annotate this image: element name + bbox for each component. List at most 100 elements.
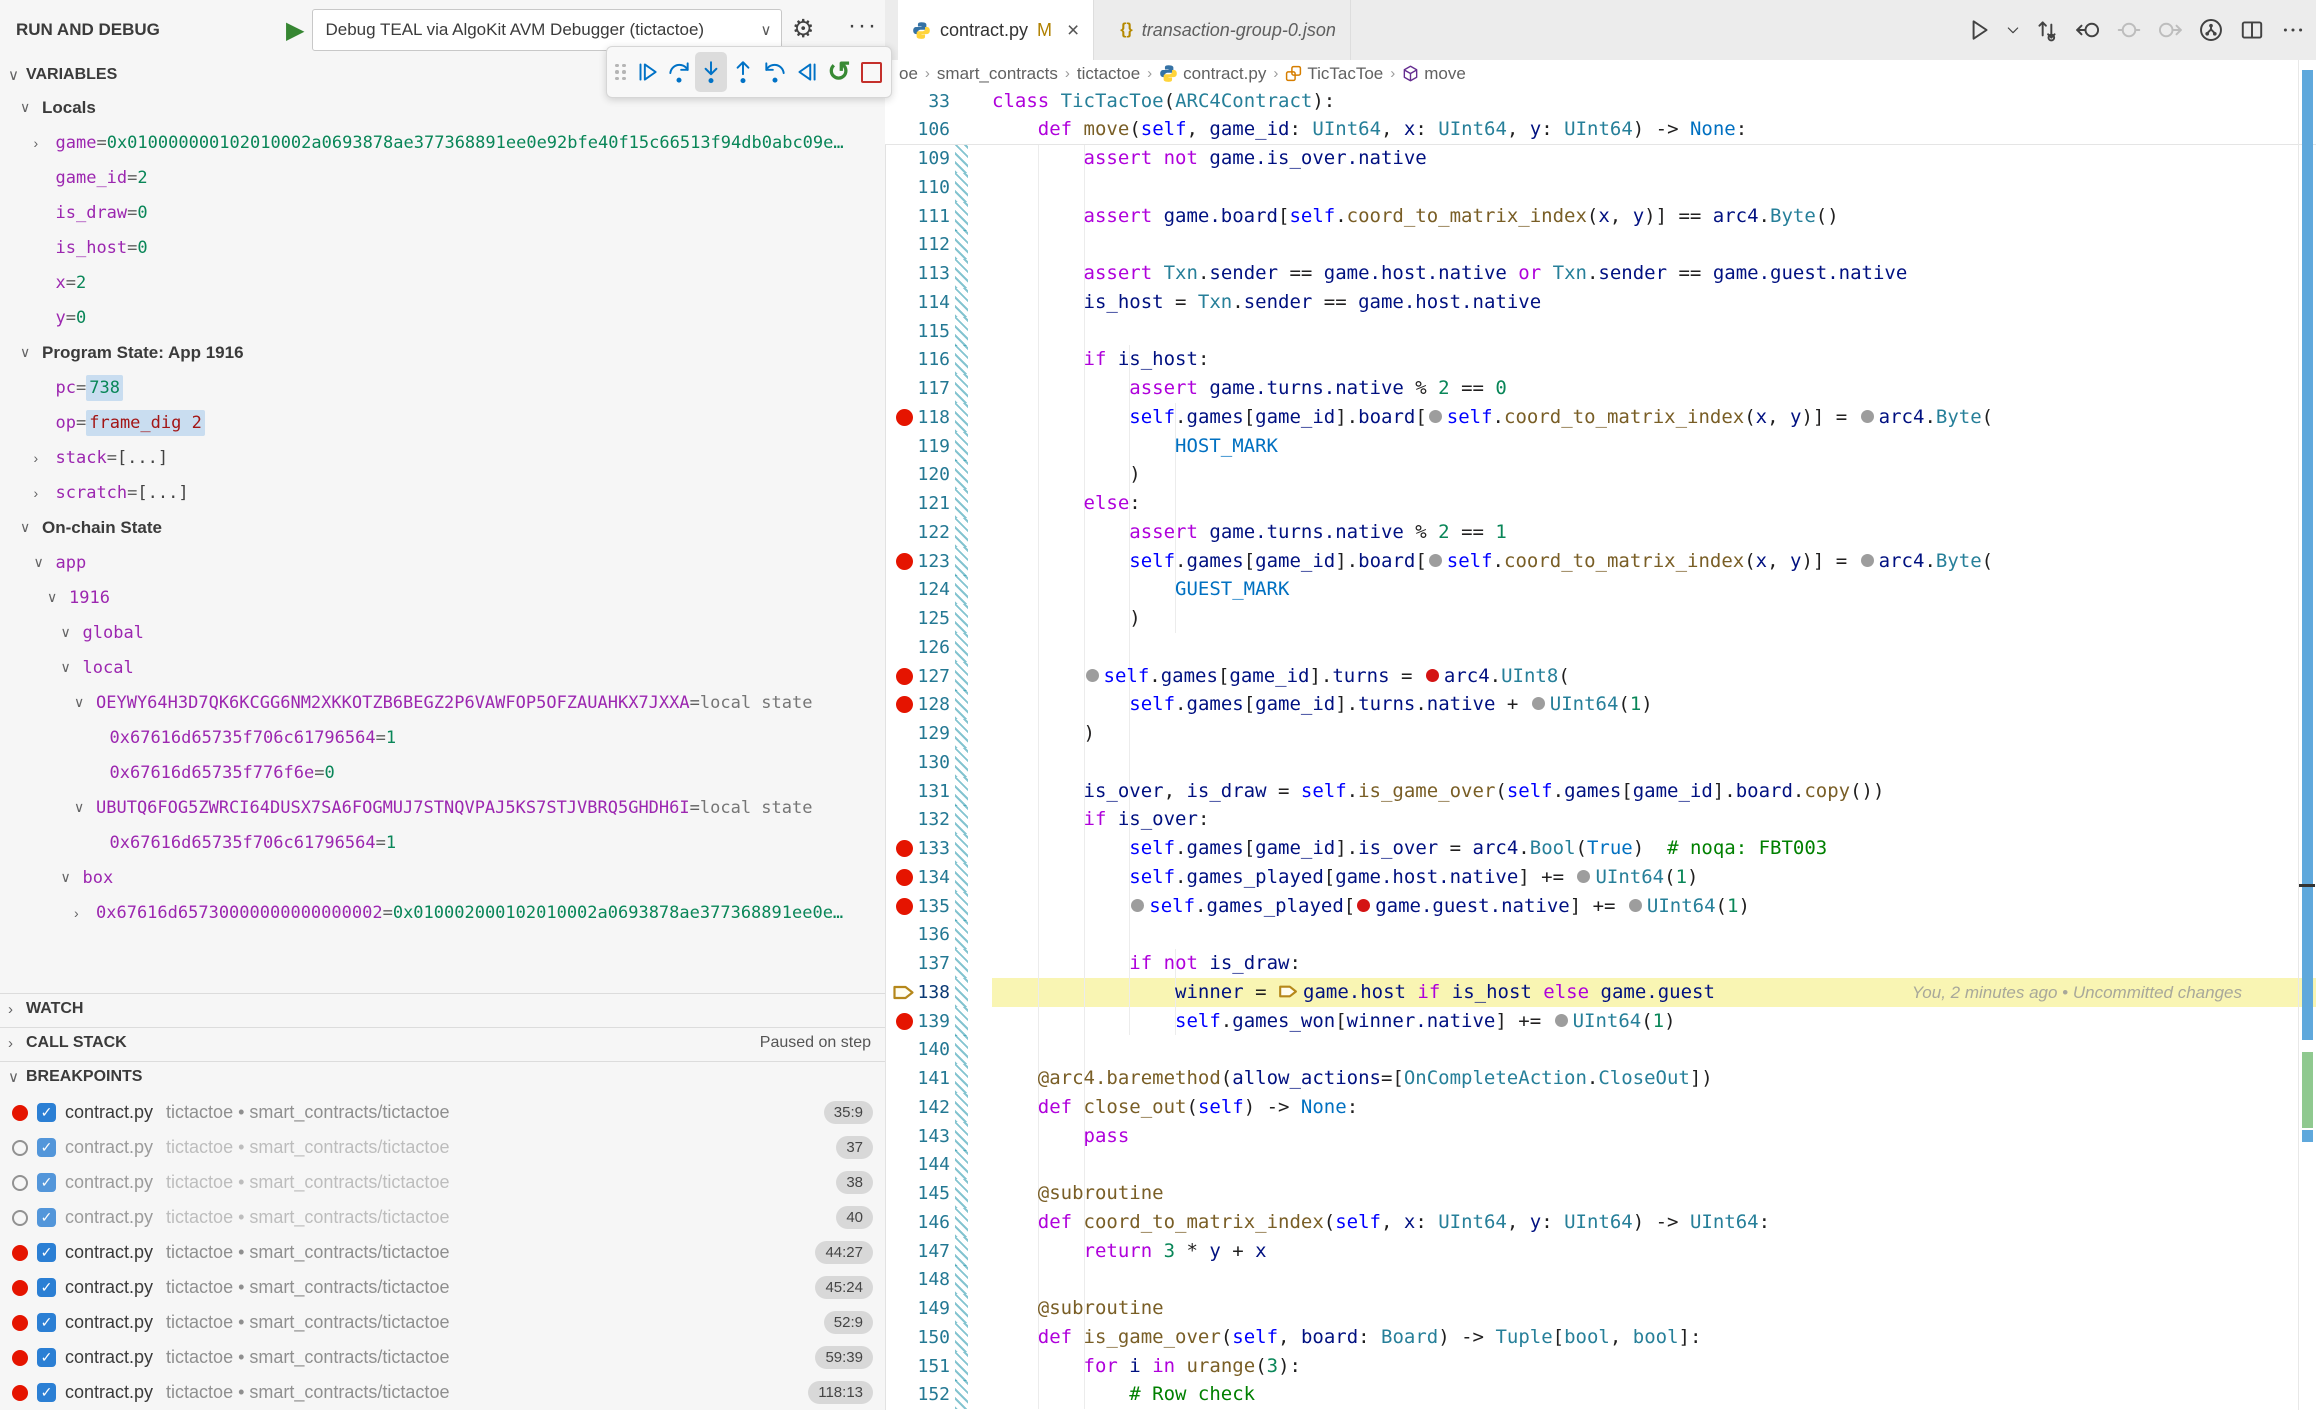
chevron-right-icon[interactable]: › bbox=[34, 135, 56, 151]
code-line-content[interactable]: pass bbox=[992, 1122, 1129, 1151]
code-line-content[interactable]: def coord_to_matrix_index(self, x: UInt6… bbox=[992, 1208, 1770, 1237]
code-line-content[interactable]: for i in urange(3): bbox=[992, 1352, 1301, 1381]
line-number[interactable]: 125 bbox=[905, 604, 950, 633]
variables-tree-item[interactable]: is_host = 0 bbox=[0, 230, 885, 265]
code-editor[interactable]: 33class TicTacToe(ARC4Contract):106 def … bbox=[885, 0, 2316, 1410]
chevron-down-icon[interactable]: ∨ bbox=[74, 694, 96, 711]
line-number[interactable]: 113 bbox=[905, 259, 950, 288]
line-number[interactable]: 112 bbox=[905, 230, 950, 259]
line-number[interactable]: 109 bbox=[905, 144, 950, 173]
start-debug-icon[interactable]: ▶ bbox=[286, 16, 304, 45]
line-number[interactable]: 123 bbox=[905, 547, 950, 576]
code-line-content[interactable]: else: bbox=[992, 489, 1141, 518]
line-number[interactable]: 150 bbox=[905, 1323, 950, 1352]
code-line-content[interactable]: is_over, is_draw = self.is_game_over(sel… bbox=[992, 777, 1884, 806]
reverse-continue-button[interactable] bbox=[791, 52, 823, 92]
line-number[interactable]: 144 bbox=[905, 1150, 950, 1179]
code-line-content[interactable]: self.games[game_id].board[self.coord_to_… bbox=[992, 547, 1993, 576]
breakpoint-row[interactable]: ✓contract.pytictactoe • smart_contracts/… bbox=[0, 1165, 885, 1200]
breakpoint-checkbox[interactable]: ✓ bbox=[37, 1278, 56, 1297]
inline-breakpoint-candidate-icon[interactable] bbox=[1577, 870, 1590, 883]
line-number[interactable]: 124 bbox=[905, 575, 950, 604]
code-line-content[interactable]: assert game.turns.native % 2 == 1 bbox=[992, 518, 1507, 547]
line-number[interactable]: 134 bbox=[905, 863, 950, 892]
code-line-content[interactable]: assert game.board[self.coord_to_matrix_i… bbox=[992, 202, 1839, 231]
breakpoints-section-header[interactable]: ∨ BREAKPOINTS bbox=[0, 1061, 885, 1092]
line-number[interactable]: 139 bbox=[905, 1007, 950, 1036]
breakpoint-row[interactable]: ✓contract.pytictactoe • smart_contracts/… bbox=[0, 1375, 885, 1410]
inline-breakpoint-icon[interactable] bbox=[1426, 669, 1439, 682]
chevron-down-icon[interactable]: ∨ bbox=[74, 799, 96, 816]
stop-button[interactable] bbox=[855, 52, 887, 92]
code-line-content[interactable]: self.games[game_id].turns = arc4.UInt8( bbox=[992, 662, 1570, 691]
code-line-content[interactable]: ) bbox=[992, 604, 1141, 633]
code-line-content[interactable]: if not is_draw: bbox=[992, 949, 1301, 978]
line-number[interactable]: 130 bbox=[905, 748, 950, 777]
variables-tree-item[interactable]: 0x67616d65735f706c61796564 = 1 bbox=[0, 825, 885, 860]
chevron-down-icon[interactable]: ∨ bbox=[20, 519, 42, 536]
variables-tree-item[interactable]: ›scratch = [...] bbox=[0, 475, 885, 510]
line-number[interactable]: 147 bbox=[905, 1237, 950, 1266]
line-number[interactable]: 133 bbox=[905, 834, 950, 863]
line-number[interactable]: 120 bbox=[905, 460, 950, 489]
breakpoint-checkbox[interactable]: ✓ bbox=[37, 1103, 56, 1122]
code-line-content[interactable]: self.games_played[game.guest.native] += … bbox=[992, 892, 1750, 921]
breakpoint-row[interactable]: ✓contract.pytictactoe • smart_contracts/… bbox=[0, 1340, 885, 1375]
code-line-content[interactable]: self.games_played[game.host.native] += U… bbox=[992, 863, 1698, 892]
line-number[interactable]: 149 bbox=[905, 1294, 950, 1323]
line-number[interactable]: 145 bbox=[905, 1179, 950, 1208]
chevron-right-icon[interactable]: › bbox=[74, 905, 96, 921]
line-number[interactable]: 142 bbox=[905, 1093, 950, 1122]
inline-breakpoint-candidate-icon[interactable] bbox=[1429, 410, 1442, 423]
line-number[interactable]: 33 bbox=[905, 87, 950, 116]
line-number[interactable]: 151 bbox=[905, 1352, 950, 1381]
line-number[interactable]: 122 bbox=[905, 518, 950, 547]
line-number[interactable]: 143 bbox=[905, 1122, 950, 1151]
breakpoint-row[interactable]: ✓contract.pytictactoe • smart_contracts/… bbox=[0, 1270, 885, 1305]
code-line-content[interactable]: self.games[game_id].board[self.coord_to_… bbox=[992, 403, 1993, 432]
line-number[interactable]: 129 bbox=[905, 719, 950, 748]
breakpoint-row[interactable]: ✓contract.pytictactoe • smart_contracts/… bbox=[0, 1305, 885, 1340]
chevron-down-icon[interactable]: ∨ bbox=[61, 624, 83, 641]
line-number[interactable]: 106 bbox=[905, 115, 950, 144]
code-line-content[interactable]: ) bbox=[992, 719, 1095, 748]
breakpoint-row[interactable]: ✓contract.pytictactoe • smart_contracts/… bbox=[0, 1235, 885, 1270]
inline-breakpoint-candidate-icon[interactable] bbox=[1861, 554, 1874, 567]
line-number[interactable]: 127 bbox=[905, 662, 950, 691]
line-number[interactable]: 148 bbox=[905, 1265, 950, 1294]
line-number[interactable]: 111 bbox=[905, 202, 950, 231]
breakpoint-checkbox[interactable]: ✓ bbox=[37, 1138, 56, 1157]
code-line-content[interactable]: GUEST_MARK bbox=[992, 575, 1289, 604]
variables-tree-item[interactable]: 0x67616d65735f776f6e = 0 bbox=[0, 755, 885, 790]
line-number[interactable]: 137 bbox=[905, 949, 950, 978]
line-number[interactable]: 115 bbox=[905, 317, 950, 346]
code-line-content[interactable]: if is_over: bbox=[992, 805, 1209, 834]
variables-tree-item[interactable]: game_id = 2 bbox=[0, 160, 885, 195]
line-number[interactable]: 119 bbox=[905, 432, 950, 461]
inline-breakpoint-candidate-icon[interactable] bbox=[1532, 697, 1545, 710]
line-number[interactable]: 140 bbox=[905, 1035, 950, 1064]
line-number[interactable]: 135 bbox=[905, 892, 950, 921]
drag-grip-icon[interactable] bbox=[615, 64, 626, 81]
inline-breakpoint-candidate-icon[interactable] bbox=[1629, 899, 1642, 912]
breakpoint-row[interactable]: ✓contract.pytictactoe • smart_contracts/… bbox=[0, 1095, 885, 1130]
code-line-content[interactable]: @subroutine bbox=[992, 1294, 1164, 1323]
restart-button[interactable]: ↺ bbox=[823, 52, 855, 92]
inline-breakpoint-candidate-icon[interactable] bbox=[1861, 410, 1874, 423]
variables-tree-item[interactable]: ∨1916 bbox=[0, 580, 885, 615]
code-line-content[interactable]: ) bbox=[992, 460, 1141, 489]
variables-tree-item[interactable]: is_draw = 0 bbox=[0, 195, 885, 230]
line-number[interactable]: 141 bbox=[905, 1064, 950, 1093]
step-back-button[interactable] bbox=[759, 52, 791, 92]
inline-breakpoint-candidate-icon[interactable] bbox=[1086, 669, 1099, 682]
breakpoint-checkbox[interactable]: ✓ bbox=[37, 1383, 56, 1402]
variables-tree-item[interactable]: y = 0 bbox=[0, 300, 885, 335]
inline-breakpoint-candidate-icon[interactable] bbox=[1429, 554, 1442, 567]
line-number[interactable]: 136 bbox=[905, 920, 950, 949]
variables-tree-item[interactable]: ∨local bbox=[0, 650, 885, 685]
variables-tree-item[interactable]: x = 2 bbox=[0, 265, 885, 300]
chevron-right-icon[interactable]: › bbox=[34, 450, 56, 466]
variables-tree-item[interactable]: ∨Program State: App 1916 bbox=[0, 335, 885, 370]
variables-tree-item[interactable]: ›0x67616d65730000000000000002 = 0x010002… bbox=[0, 895, 885, 930]
variables-tree-item[interactable]: ∨UBUTQ6FOG5ZWRCI64DUSX7SA6FOGMUJ7STNQVPA… bbox=[0, 790, 885, 825]
